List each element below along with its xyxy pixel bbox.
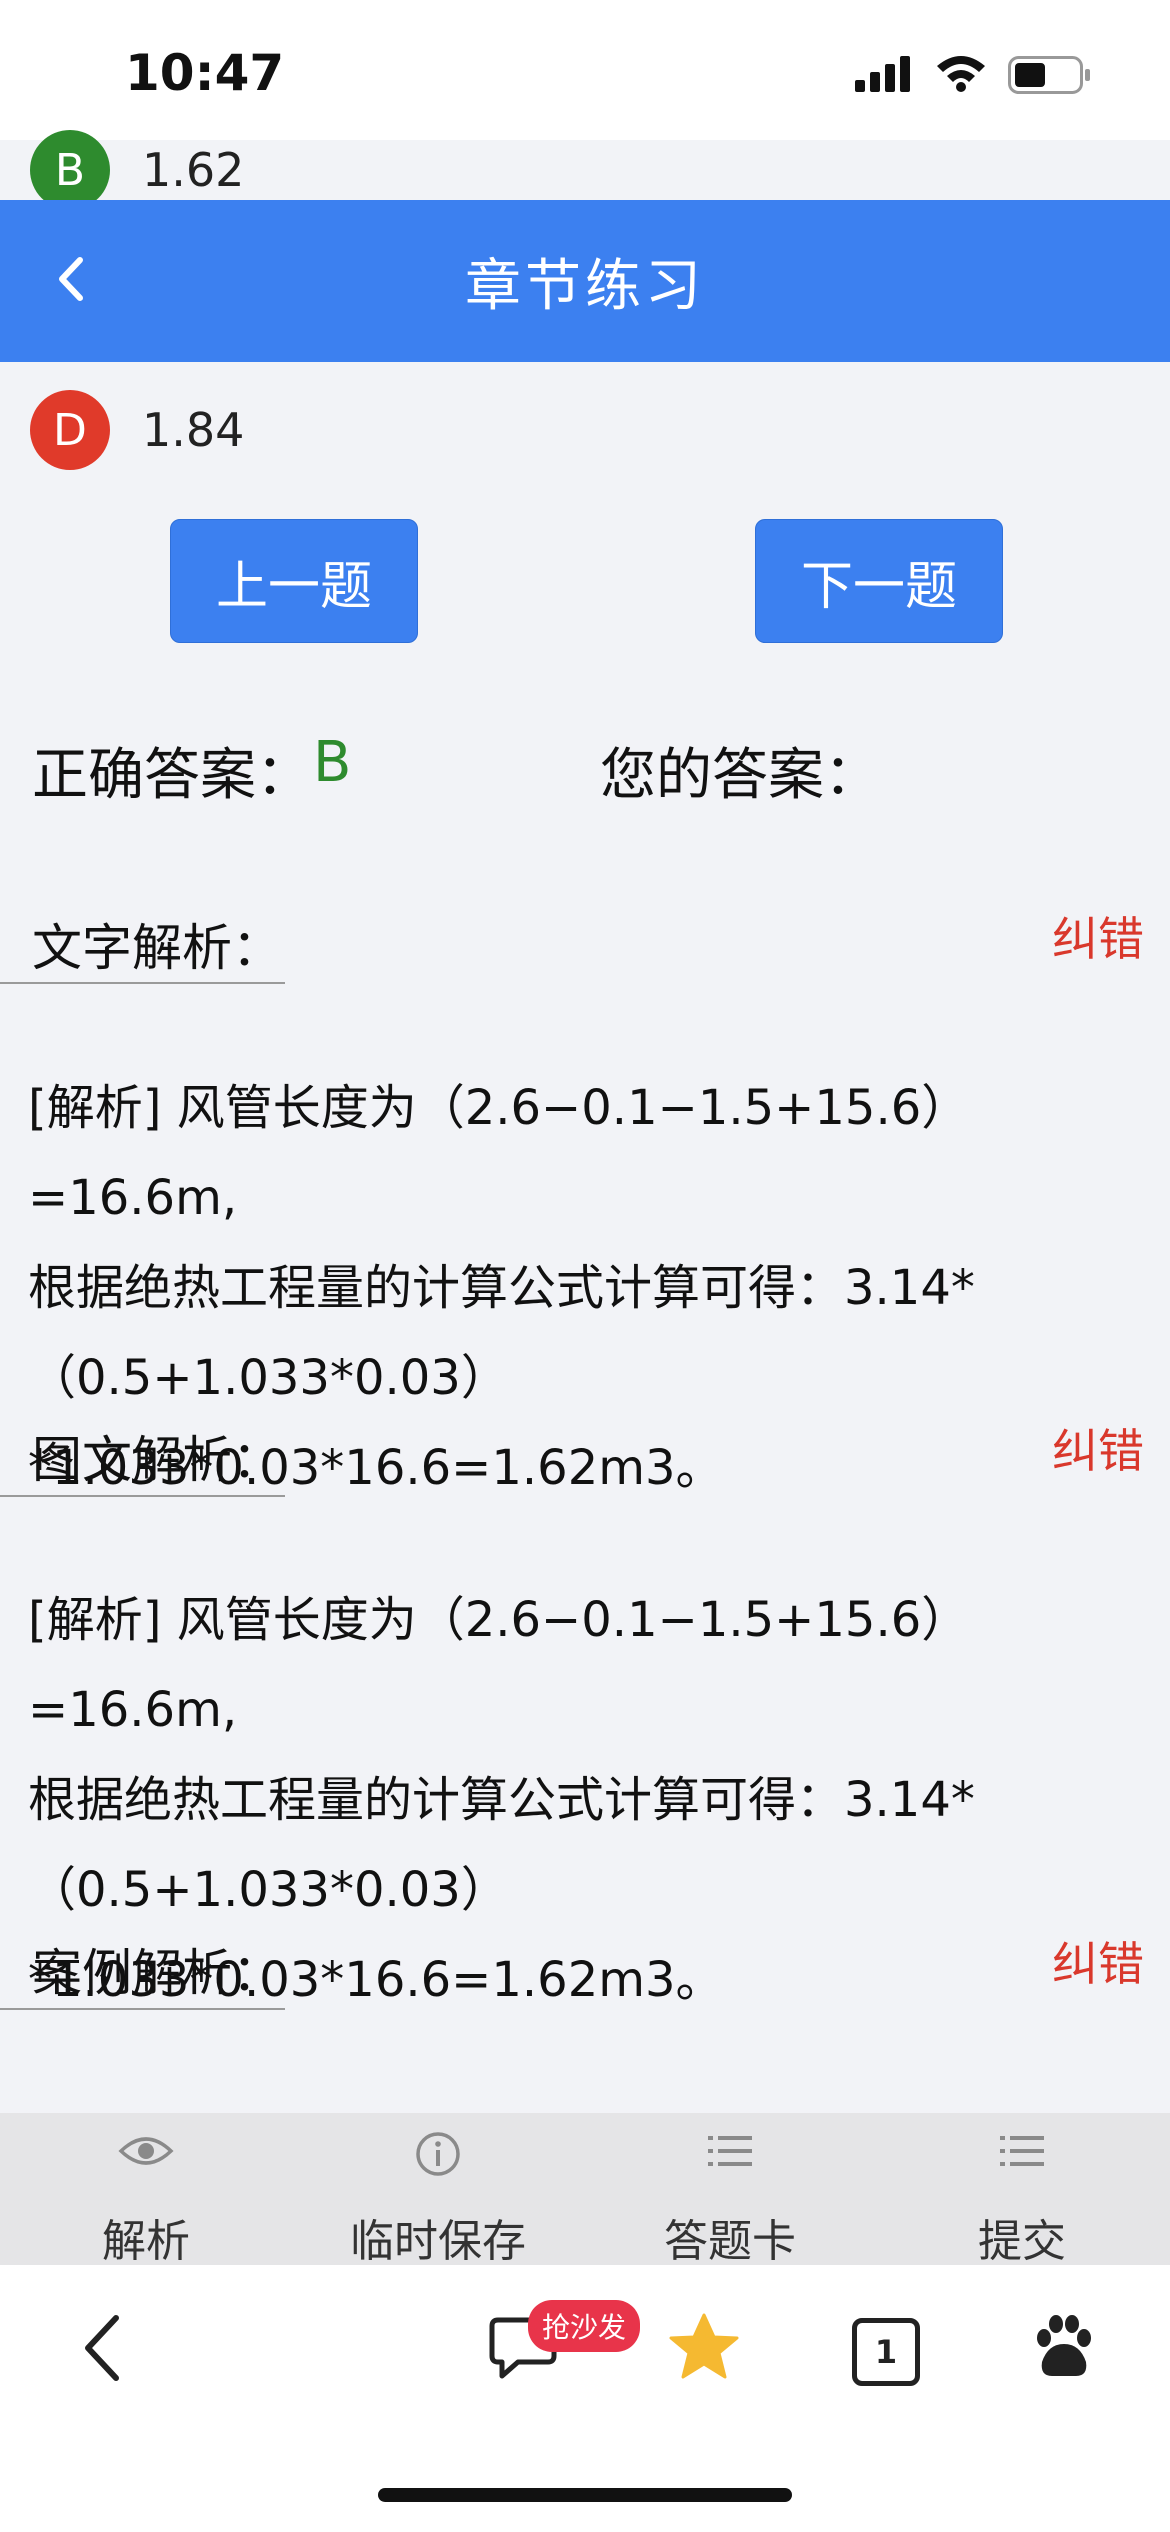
analysis-line: 根据绝热工程量的计算公式计算可得：3.14* xyxy=(28,1260,975,1316)
option-d[interactable]: D 1.84 xyxy=(30,390,244,470)
info-icon xyxy=(416,2132,460,2176)
correct-answer-value: B xyxy=(313,730,352,795)
toolbar-label: 提交 xyxy=(978,2216,1066,2267)
toolbar-submit[interactable]: 提交 xyxy=(876,2113,1168,2267)
toolbar-label: 答题卡 xyxy=(664,2216,796,2267)
comment-badge: 抢沙发 xyxy=(528,2300,641,2352)
report-error-link[interactable]: 纠错 xyxy=(1052,1928,1144,1994)
your-answer-label: 您的答案： xyxy=(600,743,880,808)
status-time: 10:47 xyxy=(125,44,285,102)
toolbar-temp-save[interactable]: 临时保存 xyxy=(292,2113,584,2267)
toolbar-analysis[interactable]: 解析 xyxy=(0,2113,292,2267)
list-icon xyxy=(1000,2136,1044,2166)
option-value: 1.62 xyxy=(142,143,245,197)
eye-icon xyxy=(118,2137,174,2165)
report-error-link[interactable]: 纠错 xyxy=(1052,903,1144,969)
wifi-icon xyxy=(937,56,985,92)
next-question-button[interactable]: 下一题 xyxy=(755,519,1003,643)
page-title: 章节练习 xyxy=(465,253,705,319)
option-letter-badge: D xyxy=(30,390,110,470)
analysis-line: 根据绝热工程量的计算公式计算可得：3.14* xyxy=(28,1772,975,1828)
section-underline xyxy=(0,982,285,984)
list-icon xyxy=(708,2136,752,2166)
option-value: 1.84 xyxy=(142,403,245,457)
section-underline xyxy=(0,1495,285,1497)
home-indicator xyxy=(378,2488,792,2502)
cellular-signal-icon xyxy=(855,56,910,92)
analysis-line: [解析] 风管长度为（2.6−0.1−1.5+15.6）=16.6m, xyxy=(28,1080,970,1226)
toolbar-answer-card[interactable]: 答题卡 xyxy=(584,2113,876,2267)
analysis-line: [解析] 风管长度为（2.6−0.1−1.5+15.6）=16.6m, xyxy=(28,1592,970,1738)
tabs-icon[interactable]: 1 xyxy=(852,2318,920,2386)
baidu-paw-icon[interactable] xyxy=(1032,2312,1096,2380)
case-analysis-label: 案例解析： xyxy=(32,1944,282,2002)
report-error-link[interactable]: 纠错 xyxy=(1052,1415,1144,1481)
back-arrow-icon[interactable] xyxy=(78,2312,128,2384)
prev-question-button[interactable]: 上一题 xyxy=(170,519,418,643)
option-b[interactable]: B 1.62 xyxy=(30,130,244,210)
battery-icon xyxy=(1008,56,1090,94)
back-icon[interactable] xyxy=(50,246,94,312)
toolbar-label: 解析 xyxy=(102,2216,190,2267)
section-underline xyxy=(0,2008,285,2010)
option-letter-badge: B xyxy=(30,130,110,210)
toolbar-label: 临时保存 xyxy=(350,2216,526,2267)
image-text-analysis-label: 图文解析： xyxy=(32,1431,282,1489)
text-analysis-label: 文字解析： xyxy=(32,919,282,977)
correct-answer-label: 正确答案： xyxy=(32,743,312,808)
star-icon[interactable] xyxy=(668,2312,740,2382)
